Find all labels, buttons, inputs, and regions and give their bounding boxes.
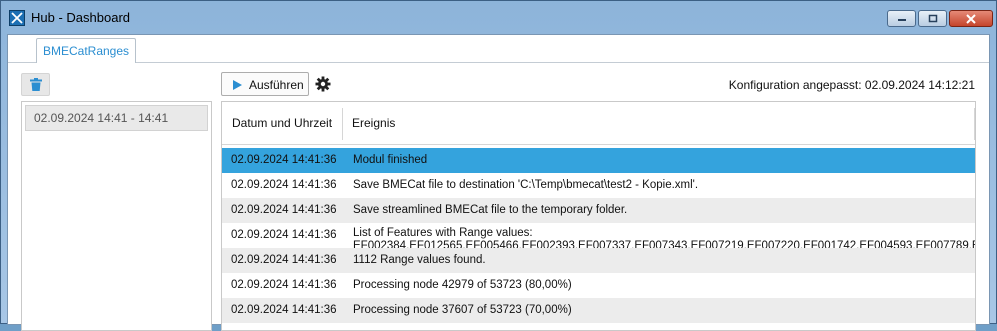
gear-icon[interactable]: [315, 76, 331, 92]
run-button[interactable]: Ausführen: [221, 72, 309, 96]
close-icon: [950, 11, 992, 26]
column-header-event[interactable]: Ereignis: [352, 102, 395, 144]
tab-bmecatranges[interactable]: BMECatRanges: [36, 38, 136, 63]
minimize-icon: [888, 11, 915, 26]
run-button-label: Ausführen: [249, 78, 304, 92]
table-row[interactable]: 02.09.2024 14:41:36 List of Features wit…: [222, 223, 975, 248]
row-event: Save streamlined BMECat file to the temp…: [353, 204, 628, 216]
row-timestamp: 02.09.2024 14:41:36: [231, 254, 337, 266]
app-window: Hub - Dashboard BMECatRanges 02.09.2024 …: [0, 0, 997, 331]
delete-run-button[interactable]: [21, 73, 50, 96]
tab-strip-divider: [8, 62, 989, 63]
row-event: Processing node 37607 of 53723 (70,00%): [353, 304, 572, 316]
play-icon: [233, 80, 242, 90]
window-title: Hub - Dashboard: [31, 10, 130, 25]
row-timestamp: 02.09.2024 14:41:36: [231, 154, 337, 166]
minimize-button[interactable]: [887, 10, 916, 27]
maximize-icon: [919, 11, 946, 26]
row-event: Save BMECat file to destination 'C:\Temp…: [353, 179, 699, 191]
run-history-list: 02.09.2024 14:41 - 14:41: [21, 101, 212, 331]
trash-icon: [30, 78, 42, 91]
table-row[interactable]: 02.09.2024 14:41:36 1112 Range values fo…: [222, 248, 975, 273]
row-timestamp: 02.09.2024 14:41:36: [231, 279, 337, 291]
row-timestamp: 02.09.2024 14:41:36: [231, 179, 337, 191]
row-event-line: List of Features with Range values:: [353, 227, 533, 239]
table-row[interactable]: 02.09.2024 14:41:36 Processing node 4297…: [222, 273, 975, 298]
title-bar[interactable]: Hub - Dashboard: [1, 1, 996, 34]
table-row[interactable]: 02.09.2024 14:41:36 Modul finished: [222, 148, 975, 173]
row-event: List of Features with Range values: EF00…: [353, 227, 975, 248]
row-timestamp: 02.09.2024 14:41:36: [231, 229, 337, 241]
config-status-text: Konfiguration angepasst: 02.09.2024 14:1…: [728, 78, 975, 92]
row-event: 1112 Range values found.: [353, 254, 486, 266]
row-timestamp: 02.09.2024 14:41:36: [231, 304, 337, 316]
row-event: Processing node 42979 of 53723 (80,00%): [353, 279, 572, 291]
close-button[interactable]: [949, 10, 993, 27]
row-timestamp: 02.09.2024 14:41:36: [231, 204, 337, 216]
table-header: Datum und Uhrzeit Ereignis: [222, 102, 975, 145]
dashboard-content: BMECatRanges 02.09.2024 14:41 - 14:41 Au…: [7, 34, 990, 331]
run-history-item[interactable]: 02.09.2024 14:41 - 14:41: [25, 105, 208, 131]
table-row[interactable]: 02.09.2024 14:41:36 Save BMECat file to …: [222, 173, 975, 198]
event-log-table: Datum und Uhrzeit Ereignis 02.09.2024 14…: [221, 101, 976, 331]
table-row[interactable]: 02.09.2024 14:41:36 Processing node 3760…: [222, 298, 975, 323]
app-logo-icon: [9, 10, 25, 26]
row-event: Modul finished: [353, 154, 428, 166]
row-event-line: EF002384,EF012565,EF005466,EF002393,EF00…: [353, 240, 975, 248]
column-header-datetime[interactable]: Datum und Uhrzeit: [232, 102, 332, 144]
table-row[interactable]: 02.09.2024 14:41:36 Save streamlined BME…: [222, 198, 975, 223]
table-body: 02.09.2024 14:41:36 Modul finished 02.09…: [222, 148, 975, 323]
maximize-button[interactable]: [918, 10, 947, 27]
